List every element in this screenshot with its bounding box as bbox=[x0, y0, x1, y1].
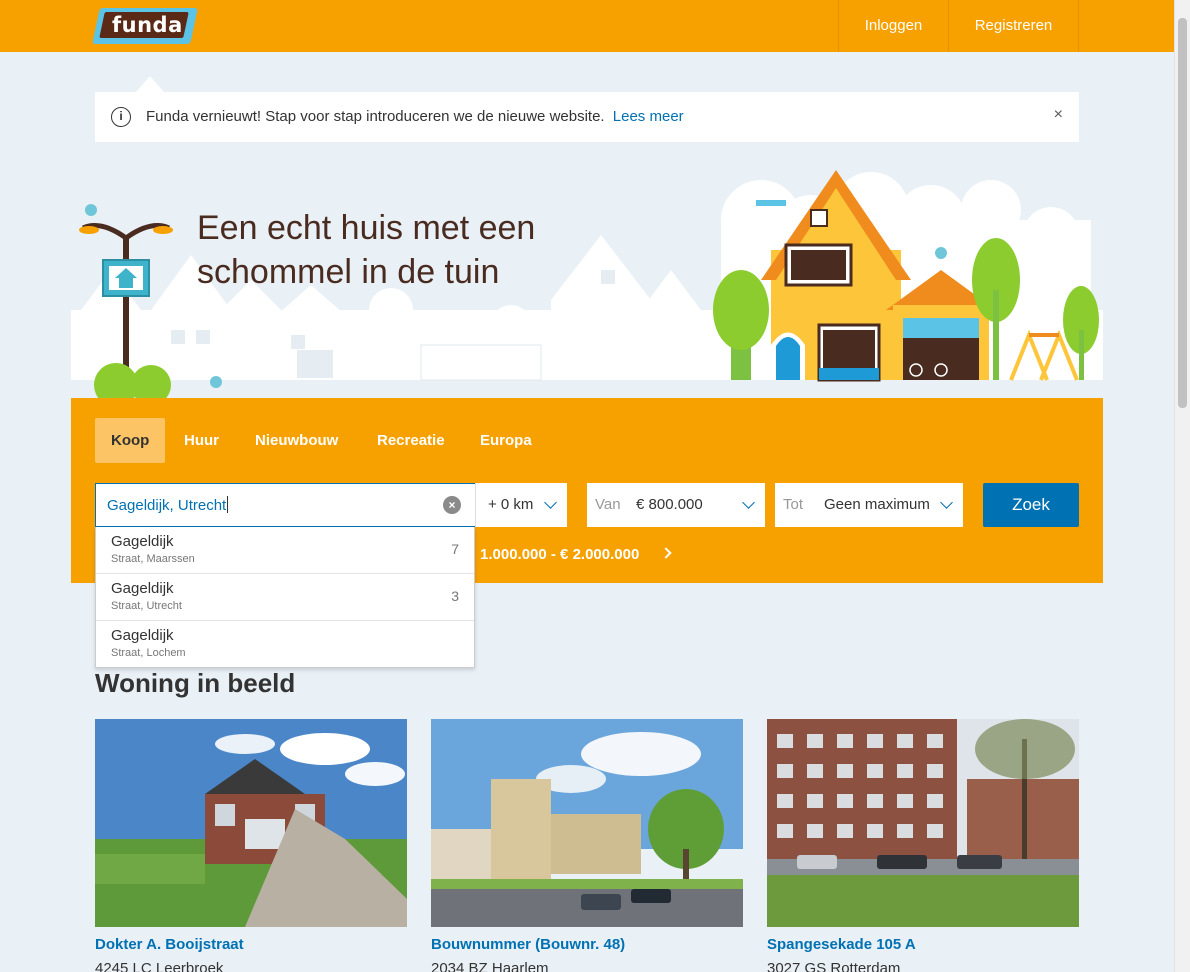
logo-text: funda bbox=[112, 13, 183, 37]
search-input-value: Gageldijk, Utrecht bbox=[107, 496, 229, 514]
listing-zip: 2034 BZ Haarlem bbox=[431, 960, 549, 972]
search-input[interactable]: Gageldijk, Utrecht × bbox=[95, 483, 475, 527]
chevron-down-icon bbox=[742, 496, 755, 509]
suggestion-location: Straat, Lochem bbox=[111, 647, 186, 659]
read-more-link[interactable]: Lees meer bbox=[613, 108, 684, 125]
suggestion-name: Gageldijk bbox=[111, 627, 174, 644]
suggestion-item[interactable]: Gageldijk Straat, Maarssen 7 bbox=[96, 527, 474, 574]
page-scrollbar[interactable] bbox=[1174, 0, 1190, 972]
clear-icon[interactable]: × bbox=[443, 496, 461, 514]
suggestion-item[interactable]: Gageldijk Straat, Utrecht 3 bbox=[96, 574, 474, 621]
listing-address[interactable]: Spangesekade 105 A bbox=[767, 936, 916, 953]
notice-text: Funda vernieuwt! Stap voor stap introduc… bbox=[146, 108, 684, 125]
price-from-select[interactable]: Van € 800.000 bbox=[587, 483, 765, 527]
price-from-label: Van bbox=[595, 496, 621, 513]
price-to-value: Geen maximum bbox=[824, 496, 930, 513]
tab-recreatie[interactable]: Recreatie bbox=[361, 418, 461, 463]
chevron-right-icon bbox=[660, 547, 672, 559]
close-icon[interactable]: × bbox=[1054, 106, 1063, 124]
suggestion-location: Straat, Utrecht bbox=[111, 600, 182, 612]
listing-photo[interactable] bbox=[767, 719, 1079, 927]
price-to-select[interactable]: Tot Geen maximum bbox=[775, 483, 963, 527]
listing-card[interactable]: Dokter A. Booijstraat 4245 LC Leerbroek bbox=[95, 719, 407, 972]
info-icon: i bbox=[111, 107, 131, 127]
radius-value: + 0 km bbox=[488, 496, 534, 513]
listing-card[interactable]: Bouwnummer (Bouwnr. 48) 2034 BZ Haarlem bbox=[431, 719, 743, 972]
tab-koop[interactable]: Koop bbox=[95, 418, 166, 463]
price-to-label: Tot bbox=[783, 496, 804, 513]
chevron-down-icon bbox=[544, 496, 557, 509]
login-link[interactable]: Inloggen bbox=[838, 0, 948, 52]
chevron-down-icon bbox=[940, 496, 953, 509]
listing-photo[interactable] bbox=[431, 719, 743, 927]
top-bar: funda Inloggen Registreren bbox=[0, 0, 1174, 52]
suggestion-count: 3 bbox=[451, 588, 459, 604]
listing-photo[interactable] bbox=[95, 719, 407, 927]
hero-title: Een echt huis met een schommel in de tui… bbox=[197, 209, 536, 291]
price-from-value: € 800.000 bbox=[636, 496, 703, 513]
notice-banner: i Funda vernieuwt! Stap voor stap introd… bbox=[95, 92, 1079, 142]
suggestion-name: Gageldijk bbox=[111, 580, 174, 597]
suggestion-name: Gageldijk bbox=[111, 533, 174, 550]
radius-select[interactable]: + 0 km bbox=[475, 483, 567, 527]
register-link[interactable]: Registreren bbox=[948, 0, 1079, 52]
autocomplete-dropdown: Gageldijk Straat, Maarssen 7 Gageldijk S… bbox=[95, 527, 475, 668]
listing-address[interactable]: Bouwnummer (Bouwnr. 48) bbox=[431, 936, 625, 953]
listing-card[interactable]: Spangesekade 105 A 3027 GS Rotterdam bbox=[767, 719, 1079, 972]
section-title: Woning in beeld bbox=[95, 668, 296, 698]
notice-message: Funda vernieuwt! Stap voor stap introduc… bbox=[146, 108, 605, 125]
scrollbar-thumb[interactable] bbox=[1178, 18, 1187, 408]
tab-huur[interactable]: Huur bbox=[168, 418, 235, 463]
suggestion-item[interactable]: Gageldijk Straat, Lochem bbox=[96, 621, 474, 668]
listing-zip: 3027 GS Rotterdam bbox=[767, 960, 901, 972]
suggestion-location: Straat, Maarssen bbox=[111, 553, 195, 565]
tab-europa[interactable]: Europa bbox=[464, 418, 548, 463]
notice-pointer bbox=[136, 76, 164, 92]
suggestion-count: 7 bbox=[451, 541, 459, 557]
listing-zip: 4245 LC Leerbroek bbox=[95, 960, 224, 972]
search-button[interactable]: Zoek bbox=[983, 483, 1079, 527]
funda-logo[interactable]: funda bbox=[92, 8, 198, 44]
recent-search-link[interactable]: 1.000.000 - € 2.000.000 bbox=[480, 546, 639, 563]
tab-nieuwbouw[interactable]: Nieuwbouw bbox=[239, 418, 354, 463]
listing-address[interactable]: Dokter A. Booijstraat bbox=[95, 936, 244, 953]
